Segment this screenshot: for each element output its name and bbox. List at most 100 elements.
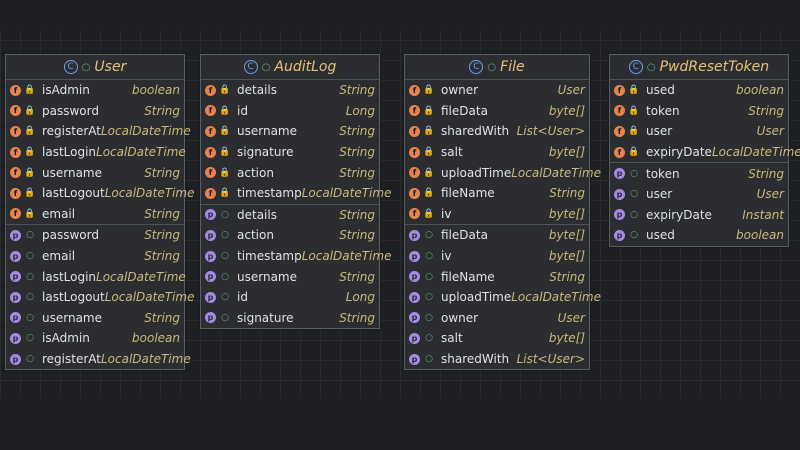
property-row[interactable]: p ○ username String [6, 308, 184, 329]
field-row[interactable]: f 🔒 username String [6, 162, 184, 183]
member-name: username [42, 310, 102, 325]
member-name: isAdmin [42, 83, 90, 98]
public-circle-icon: ○ [487, 61, 497, 73]
member-name: sharedWith [441, 352, 510, 367]
member-type: Long [345, 103, 375, 118]
property-row[interactable]: p ○ iv byte[] [405, 246, 589, 267]
lock-icon: 🔒 [628, 147, 640, 158]
member-name: timestamp [237, 249, 302, 264]
field-row[interactable]: f 🔒 token String [610, 101, 788, 122]
lock-icon: 🔒 [423, 188, 435, 199]
class-node-file[interactable]: C ○ File f 🔒 owner User f 🔒 fileData byte[] f 🔒 share… [404, 54, 601, 371]
field-row[interactable]: f 🔒 registerAt LocalDateTime [6, 121, 191, 142]
field-row[interactable]: f 🔒 expiryDate LocalDateTime [610, 142, 800, 163]
lock-icon: 🔒 [219, 147, 231, 158]
member-name: uploadTime [441, 165, 512, 180]
lock-icon: 🔒 [423, 105, 435, 116]
property-row[interactable]: p ○ fileName String [405, 266, 589, 287]
member-name: password [42, 228, 99, 243]
class-node-pwdresettoken[interactable]: C ○ PwdResetToken f 🔒 used boolean f 🔒 token Strin… [609, 54, 800, 247]
member-type: byte[] [548, 228, 585, 243]
member-name: fileName [441, 269, 495, 284]
property-row[interactable]: p ○ used boolean [610, 225, 788, 246]
class-header[interactable]: C ○ User [6, 55, 184, 80]
field-f-icon: f [614, 84, 625, 96]
property-row[interactable]: p ○ fileData byte[] [405, 224, 589, 246]
lock-icon: 🔒 [423, 147, 435, 158]
field-f-icon: f [205, 167, 216, 179]
field-row[interactable]: f 🔒 timestamp LocalDateTime [201, 183, 391, 204]
member-type: List<User> [516, 352, 585, 367]
field-row[interactable]: f 🔒 isAdmin boolean [6, 80, 184, 101]
field-row[interactable]: f 🔒 uploadTime LocalDateTime [405, 162, 601, 183]
property-row[interactable]: p ○ lastLogout LocalDateTime [6, 287, 194, 308]
field-row[interactable]: f 🔒 used boolean [610, 80, 788, 101]
property-row[interactable]: p ○ sharedWith List<User> [405, 349, 589, 370]
class-title: PwdResetToken [659, 59, 770, 75]
property-row[interactable]: p ○ timestamp LocalDateTime [201, 246, 391, 267]
field-row[interactable]: f 🔒 action String [201, 162, 379, 183]
property-row[interactable]: p ○ isAdmin boolean [6, 328, 184, 349]
member-name: uploadTime [441, 290, 512, 305]
class-header[interactable]: C ○ PwdResetToken [610, 55, 788, 80]
lock-icon: 🔒 [423, 208, 435, 219]
property-row[interactable]: p ○ registerAt LocalDateTime [6, 349, 191, 370]
field-row[interactable]: f 🔒 owner User [405, 80, 589, 101]
member-name: iv [441, 249, 452, 264]
field-f-icon: f [614, 146, 625, 158]
property-p-icon: p [10, 250, 21, 262]
field-row[interactable]: f 🔒 username String [201, 121, 379, 142]
property-p-icon: p [10, 332, 21, 344]
class-header[interactable]: C ○ File [405, 55, 589, 80]
member-name: user [646, 187, 673, 202]
member-name: owner [441, 83, 479, 98]
property-p-icon: p [409, 271, 420, 283]
field-row[interactable]: f 🔒 signature String [201, 142, 379, 163]
field-row[interactable]: f 🔒 details String [201, 80, 379, 101]
field-row[interactable]: f 🔒 fileName String [405, 183, 589, 204]
property-row[interactable]: p ○ action String [201, 225, 379, 246]
field-row[interactable]: f 🔒 iv byte[] [405, 204, 589, 225]
public-circle-icon: ○ [221, 209, 229, 220]
member-name: expiryDate [646, 145, 712, 160]
field-row[interactable]: f 🔒 password String [6, 101, 184, 122]
field-row[interactable]: f 🔒 sharedWith List<User> [405, 121, 589, 142]
member-type: String [748, 166, 784, 181]
class-c-icon: C [469, 60, 484, 74]
property-row[interactable]: p ○ uploadTime LocalDateTime [405, 287, 601, 308]
field-row[interactable]: f 🔒 salt byte[] [405, 142, 589, 163]
property-row[interactable]: p ○ token String [610, 162, 788, 184]
field-row[interactable]: f 🔒 fileData byte[] [405, 101, 589, 122]
property-row[interactable]: p ○ username String [201, 266, 379, 287]
member-type: byte[] [548, 249, 585, 264]
public-circle-icon: ○ [646, 61, 656, 73]
member-type: LocalDateTime [711, 145, 800, 160]
property-row[interactable]: p ○ signature String [201, 308, 379, 329]
property-row[interactable]: p ○ details String [201, 203, 379, 226]
property-row[interactable]: p ○ password String [6, 224, 184, 246]
field-row[interactable]: f 🔒 user User [610, 121, 788, 142]
property-row[interactable]: p ○ user User [610, 184, 788, 205]
field-row[interactable]: f 🔒 lastLogout LocalDateTime [6, 183, 194, 204]
field-f-icon: f [614, 125, 625, 137]
lock-icon: 🔒 [219, 85, 231, 96]
class-node-user[interactable]: C ○ User f 🔒 isAdmin boolean f 🔒 password String f 🔒… [5, 54, 194, 371]
class-header[interactable]: C ○ AuditLog [201, 55, 379, 80]
field-f-icon: f [409, 208, 420, 220]
property-row[interactable]: p ○ expiryDate Instant [610, 205, 788, 226]
class-node-auditlog[interactable]: C ○ AuditLog f 🔒 details String f 🔒 id Long f 🔒 usern… [200, 54, 391, 330]
property-row[interactable]: p ○ lastLogin LocalDateTime [6, 266, 186, 287]
field-row[interactable]: f 🔒 lastLogin LocalDateTime [6, 142, 186, 163]
field-f-icon: f [409, 167, 420, 179]
property-p-icon: p [205, 271, 216, 283]
property-row[interactable]: p ○ email String [6, 246, 184, 267]
property-row[interactable]: p ○ salt byte[] [405, 328, 589, 349]
member-type: LocalDateTime [96, 269, 186, 284]
property-row[interactable]: p ○ owner User [405, 308, 589, 329]
property-p-icon: p [409, 312, 420, 324]
field-row[interactable]: f 🔒 email String [6, 204, 184, 225]
member-type: String [339, 207, 375, 222]
property-row[interactable]: p ○ id Long [201, 287, 379, 308]
field-row[interactable]: f 🔒 id Long [201, 101, 379, 122]
lock-icon: 🔒 [219, 126, 231, 137]
